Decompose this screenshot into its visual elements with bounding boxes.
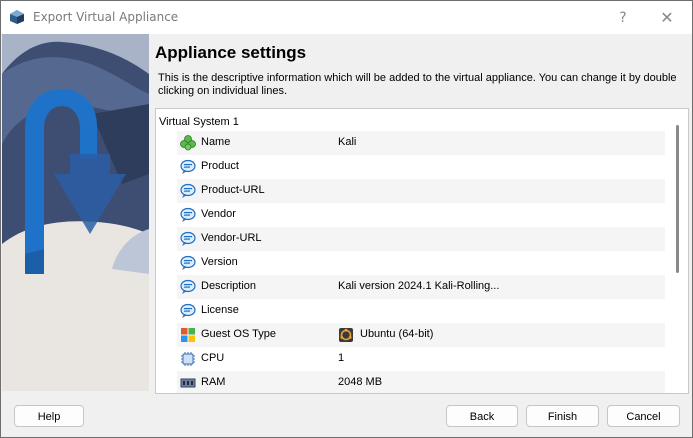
row-label: Vendor-URL	[201, 232, 262, 244]
row-version[interactable]: Version	[177, 251, 665, 275]
row-name[interactable]: Name Kali	[177, 131, 665, 155]
title-bar: Export Virtual Appliance ? ✕	[1, 1, 692, 34]
row-label: Product-URL	[201, 184, 265, 196]
row-label: Product	[201, 160, 239, 172]
row-value[interactable]: Kali version 2024.1 Kali-Rolling...	[338, 280, 499, 292]
row-guest-os-type[interactable]: Guest OS Type Ubuntu (64-bit)	[177, 323, 665, 347]
ubuntu-icon	[339, 328, 353, 342]
tree-group-label[interactable]: Virtual System 1	[159, 116, 239, 128]
finish-button[interactable]: Finish	[526, 405, 599, 427]
row-product-url[interactable]: Product-URL	[177, 179, 665, 203]
speech-bubble-icon	[180, 231, 196, 246]
row-value[interactable]: 1	[338, 352, 344, 364]
export-appliance-window: Export Virtual Appliance ? ✕ Appliance s…	[0, 0, 693, 438]
speech-bubble-icon	[180, 303, 196, 318]
speech-bubble-icon	[180, 159, 196, 174]
row-label: License	[201, 304, 239, 316]
page-title: Appliance settings	[155, 43, 307, 62]
row-label: CPU	[201, 352, 225, 364]
speech-bubble-icon	[180, 207, 196, 222]
row-description[interactable]: Description Kali version 2024.1 Kali-Rol…	[177, 275, 665, 299]
help-title-button[interactable]: ?	[605, 4, 641, 32]
main-content: Appliance settings This is the descripti…	[151, 34, 691, 394]
cancel-button[interactable]: Cancel	[607, 405, 680, 427]
os-type-icon	[181, 328, 195, 342]
row-value[interactable]: Ubuntu (64-bit)	[360, 328, 433, 340]
row-product[interactable]: Product	[177, 155, 665, 179]
row-vendor-url[interactable]: Vendor-URL	[177, 227, 665, 251]
speech-bubble-icon	[180, 279, 196, 294]
row-label: Vendor	[201, 208, 236, 220]
row-label: RAM	[201, 376, 226, 388]
virtualbox-icon	[10, 10, 24, 24]
row-vendor[interactable]: Vendor	[177, 203, 665, 227]
vertical-scrollbar[interactable]	[669, 109, 687, 393]
help-button[interactable]: Help	[14, 405, 84, 427]
scrollbar-thumb[interactable]	[676, 125, 679, 273]
row-cpu[interactable]: CPU 1	[177, 347, 665, 371]
wizard-side-image	[2, 34, 149, 391]
row-label: Version	[201, 256, 238, 268]
appliance-settings-tree[interactable]: Virtual System 1 Name Kali Product Produ…	[155, 108, 689, 394]
speech-bubble-icon	[180, 183, 196, 198]
settings-rows: Name Kali Product Product-URL Vendor Ven…	[177, 131, 665, 393]
close-button[interactable]: ✕	[649, 4, 685, 32]
back-button[interactable]: Back	[446, 405, 518, 427]
row-label: Name	[201, 136, 231, 148]
page-description: This is the descriptive information whic…	[158, 72, 677, 97]
row-label: Guest OS Type	[201, 328, 277, 340]
row-ram[interactable]: RAM 2048 MB	[177, 371, 665, 393]
window-title: Export Virtual Appliance	[33, 10, 179, 24]
row-value[interactable]: Kali	[338, 136, 356, 148]
row-value[interactable]: 2048 MB	[338, 376, 382, 388]
cpu-icon	[181, 352, 195, 366]
speech-bubble-icon	[180, 255, 196, 270]
row-license[interactable]: License	[177, 299, 665, 323]
row-label: Description	[201, 280, 257, 292]
ram-icon	[180, 378, 196, 388]
name-icon	[180, 135, 196, 151]
